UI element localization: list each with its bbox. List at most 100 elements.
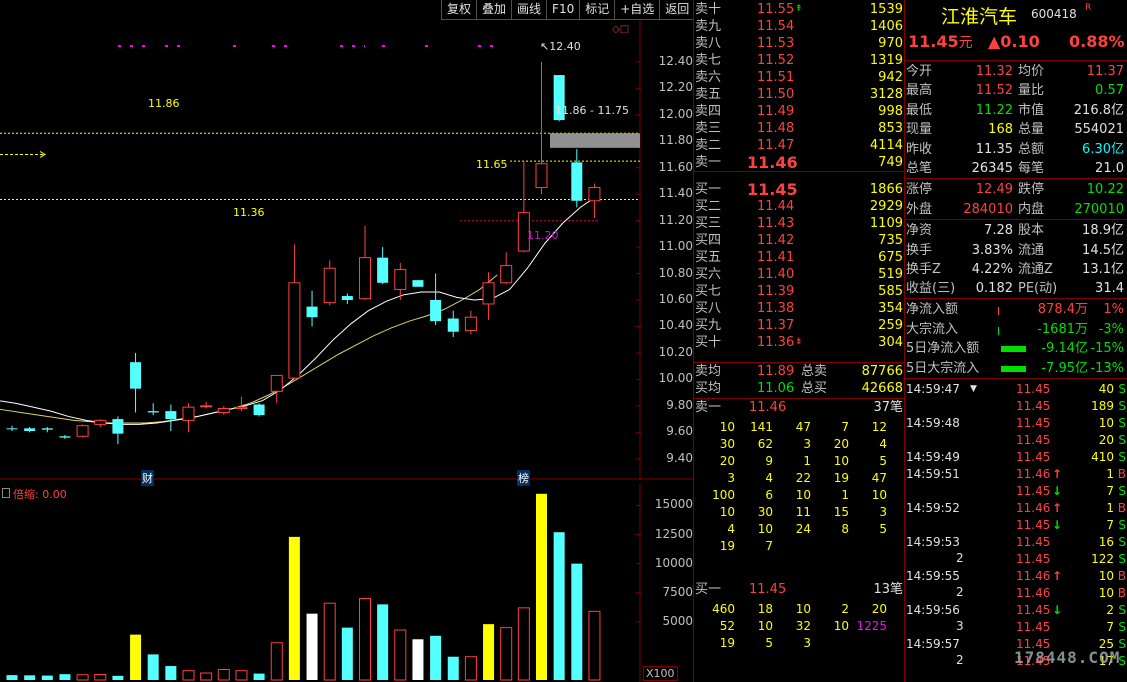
candle bbox=[377, 247, 389, 285]
marker-finance[interactable]: 财 bbox=[141, 470, 154, 486]
orderbook-row[interactable]: 卖一 11.46 749 bbox=[695, 154, 905, 171]
tick-volume: 10 bbox=[1098, 586, 1114, 600]
volume-bar bbox=[235, 670, 248, 681]
orderbook-row[interactable]: 卖十 11.55 ⇞ 1539 bbox=[695, 1, 905, 18]
orderbook-row[interactable]: 买三 11.43 1109 bbox=[695, 215, 905, 232]
watermark: 178448.COM bbox=[1014, 648, 1121, 667]
price-tick-label: 12.00 bbox=[658, 106, 693, 121]
queue-cell: 15 bbox=[833, 505, 849, 519]
flow-label: 大宗流入 bbox=[906, 321, 959, 337]
stat-label: 总额 bbox=[1018, 141, 1045, 157]
tick-side: S bbox=[1118, 518, 1126, 532]
total-label: 总卖 bbox=[801, 364, 828, 379]
toolbar-button[interactable]: 画线 bbox=[511, 0, 547, 20]
stat-value: 0.182 bbox=[975, 281, 1013, 297]
volume-bar bbox=[76, 674, 89, 681]
orderbook-label: 买九 bbox=[695, 318, 722, 333]
volume-unit: X100 bbox=[643, 666, 678, 681]
stock-flag: R bbox=[1085, 3, 1092, 13]
orderbook-row[interactable]: 买六 11.40 519 bbox=[695, 266, 905, 283]
orderbook-label: 卖九 bbox=[695, 19, 722, 34]
orderbook-avg-row: 卖均 11.89 总卖 87766 bbox=[695, 363, 905, 380]
volume-bar bbox=[412, 639, 424, 680]
flow-row: 5日大宗流入 -7.95亿 -13% bbox=[906, 359, 1126, 378]
orderbook-mark: ⇞ bbox=[795, 4, 803, 14]
queue-cell: 52 bbox=[719, 619, 735, 633]
queue-cell: 5 bbox=[765, 636, 773, 650]
queue-cell: 8 bbox=[841, 522, 849, 536]
marker-list[interactable]: 榜 bbox=[517, 470, 530, 486]
orderbook-label: 买五 bbox=[695, 250, 722, 265]
stat-label: 换手Z bbox=[906, 262, 941, 277]
queue-row: 10 30 11 15 3 bbox=[695, 504, 905, 521]
volume-bar bbox=[306, 613, 318, 680]
orderbook-row[interactable]: 卖八 11.53 970 bbox=[695, 35, 905, 52]
vol-tick-label: 12500 bbox=[654, 526, 693, 541]
orderbook-row[interactable]: 卖五 11.50 3128 bbox=[695, 86, 905, 103]
orderbook-row[interactable]: 买十 11.36 ⇟ 304 bbox=[695, 334, 905, 351]
queue-cell: 100 bbox=[712, 488, 735, 502]
queue-row: 100 6 10 1 10 bbox=[695, 487, 905, 504]
toolbar-button[interactable]: +自选 bbox=[614, 0, 660, 20]
tick-side: S bbox=[1118, 416, 1126, 430]
toolbar-button[interactable]: F10 bbox=[546, 0, 580, 20]
stat-label: 跌停 bbox=[1018, 182, 1045, 198]
candle bbox=[130, 352, 142, 413]
vol-tick-label: 15000 bbox=[654, 497, 693, 512]
queue-cell: 3 bbox=[803, 636, 811, 650]
orderbook-row[interactable]: 买七 11.39 585 bbox=[695, 283, 905, 300]
toolbar-button[interactable]: 返回 bbox=[659, 0, 695, 20]
stat-value: 6.30亿 bbox=[1082, 141, 1124, 157]
tick-arrow: ↓ bbox=[1052, 603, 1063, 617]
price-tick-label: 12.20 bbox=[658, 80, 693, 95]
orderbook-row[interactable]: 买八 11.38 354 bbox=[695, 300, 905, 317]
orderbook-row[interactable]: 买二 11.44 2929 bbox=[695, 198, 905, 215]
stat-label: 流通Z bbox=[1018, 262, 1053, 277]
volume-chart[interactable] bbox=[0, 484, 693, 682]
flow-pct: 1% bbox=[1103, 302, 1124, 317]
stats-panel: 今开 11.32 均价 11.37 最高 11.52 量比 0.57 最低 11.22 市值 216.… bbox=[906, 62, 1127, 302]
stat-value: 18.9亿 bbox=[1082, 223, 1124, 239]
tick-side: S bbox=[1118, 620, 1126, 634]
candle bbox=[588, 183, 601, 218]
stat-value: 0.57 bbox=[1095, 83, 1124, 99]
tick-price: 11.45 bbox=[1016, 603, 1051, 617]
orderbook-row[interactable]: 卖七 11.52 1319 bbox=[695, 52, 905, 69]
orderbook-row[interactable]: 买五 11.41 675 bbox=[695, 249, 905, 266]
price-tick-label: 10.00 bbox=[658, 371, 693, 386]
queue-cell: 1 bbox=[803, 454, 811, 468]
orderbook-label: 买七 bbox=[695, 284, 722, 299]
price-change-pct: 0.88% bbox=[1069, 32, 1125, 51]
volume-bar bbox=[41, 675, 53, 680]
orderbook-row[interactable]: 卖四 11.49 998 bbox=[695, 103, 905, 120]
price-chart[interactable] bbox=[0, 20, 693, 480]
candle bbox=[341, 293, 353, 304]
toolbar-button[interactable]: 标记 bbox=[579, 0, 615, 20]
price-tick-label: 9.80 bbox=[666, 397, 693, 412]
orderbook-label: 卖八 bbox=[695, 36, 722, 51]
queue-cell: 5 bbox=[879, 522, 887, 536]
tick-side: S bbox=[1118, 399, 1126, 413]
vol-tick-label: 7500 bbox=[662, 584, 693, 599]
queue-cell: 12 bbox=[871, 420, 887, 434]
tick-volume: 40 bbox=[1098, 382, 1114, 396]
queue-cell: 10 bbox=[871, 488, 887, 502]
flow-bar bbox=[1001, 346, 1026, 352]
orderbook-row[interactable]: 卖三 11.48 853 bbox=[695, 120, 905, 137]
orderbook-row[interactable]: 卖二 11.47 4114 bbox=[695, 137, 905, 154]
orderbook-row[interactable]: 卖九 11.54 1406 bbox=[695, 18, 905, 35]
stat-row: 换手 3.83% 流通 14.5亿 bbox=[906, 241, 1126, 260]
orderbook-row[interactable]: 买一 11.45 1866 bbox=[695, 181, 905, 198]
orderbook-row[interactable]: 买四 11.42 735 bbox=[695, 232, 905, 249]
orderbook-row[interactable]: 买九 11.37 259 bbox=[695, 317, 905, 334]
queue-row: 19 5 3 bbox=[695, 635, 905, 652]
queue-cell: 20 bbox=[719, 454, 735, 468]
tick-volume: 1 bbox=[1106, 501, 1114, 515]
orderbook-row[interactable]: 卖六 11.51 942 bbox=[695, 69, 905, 86]
queue-cell: 18 bbox=[757, 602, 773, 616]
toolbar-button[interactable]: 叠加 bbox=[476, 0, 512, 20]
toolbar-button[interactable]: 复权 bbox=[441, 0, 477, 20]
queue-cell: 3 bbox=[879, 505, 887, 519]
tick-volume: 20 bbox=[1098, 433, 1114, 447]
orderbook-price: 11.49 bbox=[757, 104, 795, 119]
